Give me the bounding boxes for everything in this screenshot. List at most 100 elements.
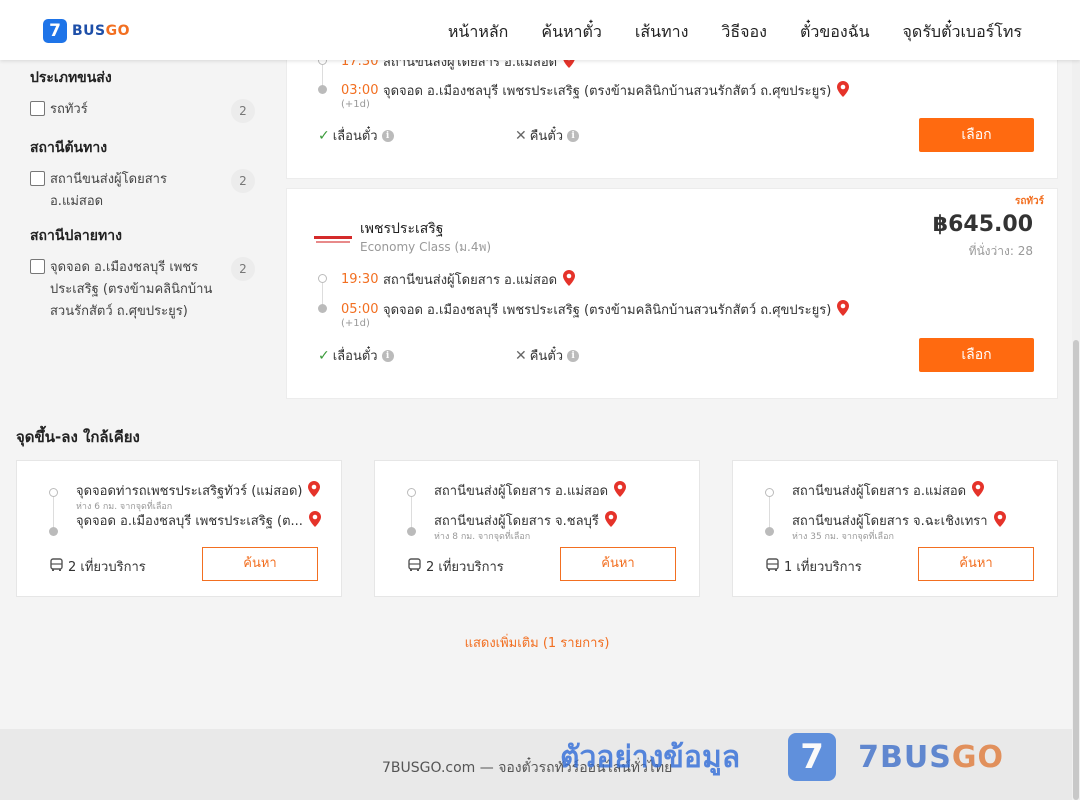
filter-transport-type: ประเภทขนส่ง รถทัวร์ 2 [30,67,255,123]
watermark-text: ตัวอย่างข้อมูล [560,739,741,775]
show-more-link[interactable]: แสดงเพิ่มเติม (1 รายการ) [0,632,1074,653]
filter-origin-station: สถานีต้นทาง สถานีขนส่งผู้โดยสาร อ.แม่สอด… [30,137,255,213]
scrollbar-thumb[interactable] [1073,340,1079,800]
filter-option[interactable]: จุดจอด อ.เมืองชลบุรี เพชรประเสริฐ (ตรงข้… [30,257,255,323]
search-button[interactable]: ค้นหา [202,547,318,581]
filter-option-label[interactable]: สถานีขนส่งผู้โดยสาร อ.แม่สอด [50,169,215,213]
route-line [322,65,323,87]
arrive-row: 05:00 จุดจอด อ.เมืองชลบุรี เพชรประเสริฐ … [341,299,850,320]
arrive-time: 03:00 [341,83,379,98]
route-line [411,493,412,531]
plus-day-note: (+1d) [341,99,370,110]
to-dot [49,527,58,536]
watermark-logo-mark: 7 [788,733,837,781]
nav-search-tickets[interactable]: ค้นหาตั๋ว [541,20,602,45]
reschedule-label: เลื่อนตั๋ว [332,129,378,144]
nav-routes[interactable]: เส้นทาง [635,20,689,45]
from-dot [765,488,774,497]
logo-bus-text: BUS [72,23,106,39]
arrive-row: 03:00 จุดจอด อ.เมืองชลบุรี เพชรประเสริฐ … [341,80,850,101]
route-line [769,493,770,531]
depart-dot [318,274,327,283]
depart-time: 19:30 [341,272,379,287]
nearby-to-distance: ห่าง 8 กม. จากจุดที่เลือก [434,532,531,542]
ticket-price: ฿645.00 [932,212,1033,237]
bus-icon [50,557,63,576]
nav-home[interactable]: หน้าหลัก [448,20,509,45]
select-button[interactable]: เลือก [919,118,1034,152]
nav-ticket-pickup[interactable]: จุดรับตั๋วเบอร์โทร [903,20,1022,45]
arrive-time: 05:00 [341,302,379,317]
arrive-place: จุดจอด อ.เมืองชลบุรี เพชรประเสริฐ (ตรงข้… [383,84,832,99]
service-count-label: 1 เที่ยวบริการ [784,560,862,575]
search-button[interactable]: ค้นหา [918,547,1034,581]
nearby-to: จุดจอด อ.เมืองชลบุรี เพชรประเสริฐ (ต... [76,510,321,531]
bus-icon [766,557,779,576]
nearby-from: สถานีขนส่งผู้โดยสาร อ.แม่สอด [434,480,627,501]
arrive-dot [318,304,327,313]
info-icon[interactable]: i [567,349,580,362]
select-button[interactable]: เลือก [919,338,1034,372]
operator-name: เพชรประเสริฐ [360,221,444,237]
bus-class: Economy Class (ม.4พ) [360,240,492,254]
filter-option-label[interactable]: จุดจอด อ.เมืองชลบุรี เพชรประเสริฐ (ตรงข้… [50,257,215,323]
check-icon: ✓ [318,127,330,144]
to-dot [407,527,416,536]
checkbox[interactable] [30,259,45,274]
check-icon: ✓ [318,347,330,364]
bus-icon [408,557,421,576]
count-badge: 2 [231,169,255,193]
map-pin-icon[interactable] [614,480,627,501]
map-pin-icon[interactable] [308,480,321,501]
depart-row: 19:30 สถานีขนส่งผู้โดยสาร อ.แม่สอด [341,269,576,290]
refund-policy: ✕ คืนตั๋ว i [515,345,580,366]
filter-destination-station: สถานีปลายทาง จุดจอด อ.เมืองชลบุรี เพชรปร… [30,225,255,323]
filter-title: ประเภทขนส่ง [30,70,112,86]
route-line [53,493,54,531]
plus-day-note: (+1d) [341,318,370,329]
filter-title: สถานีปลายทาง [30,228,122,244]
info-icon[interactable]: i [567,129,580,142]
watermark-brand-go: GO [951,739,1004,775]
info-icon[interactable]: i [381,129,394,142]
info-icon[interactable]: i [381,349,394,362]
filter-option-label[interactable]: รถทัวร์ [50,99,215,121]
reschedule-policy: ✓ เลื่อนตั๋ว i [318,125,394,146]
site-logo[interactable]: 7 BUSGO [43,19,130,43]
refund-label: คืนตั๋ว [529,129,564,144]
logo-go-text: GO [105,23,131,39]
logo-mark: 7 [43,19,67,43]
operator-logo [314,230,352,243]
map-pin-icon[interactable] [993,510,1006,531]
nav-how-to-book[interactable]: วิธีจอง [721,20,767,45]
cross-icon: ✕ [515,127,527,144]
nearby-to: สถานีขนส่งผู้โดยสาร จ.ชลบุรี [434,510,617,531]
filter-option[interactable]: รถทัวร์ 2 [30,99,255,123]
checkbox[interactable] [30,171,45,186]
service-count: 2 เที่ยวบริการ [50,556,146,577]
map-pin-icon[interactable] [308,510,321,531]
logo-wordmark: BUSGO [72,23,130,39]
main-nav: หน้าหลัก ค้นหาตั๋ว เส้นทาง วิธีจอง ตั๋วข… [415,20,1022,45]
map-pin-icon[interactable] [972,480,985,501]
nearby-to-label: สถานีขนส่งผู้โดยสาร จ.ชลบุรี [434,514,599,529]
service-count: 2 เที่ยวบริการ [408,556,504,577]
search-button[interactable]: ค้นหา [560,547,676,581]
nearby-from-label: จุดจอดท่ารถเพชรประเสริฐทัวร์ (แม่สอด) [76,484,303,499]
count-badge: 2 [231,99,255,123]
nav-my-tickets[interactable]: ตั๋วของฉัน [800,20,870,45]
filter-option[interactable]: สถานีขนส่งผู้โดยสาร อ.แม่สอด 2 [30,169,255,213]
nearby-card: สถานีขนส่งผู้โดยสาร อ.แม่สอด สถานีขนส่งผ… [732,460,1058,597]
from-dot [49,488,58,497]
checkbox[interactable] [30,101,45,116]
map-pin-icon[interactable] [837,299,850,320]
depart-place: สถานีขนส่งผู้โดยสาร อ.แม่สอด [383,273,558,288]
map-pin-icon[interactable] [604,510,617,531]
nearby-card: จุดจอดท่ารถเพชรประเสริฐทัวร์ (แม่สอด) ห่… [16,460,342,597]
count-badge: 2 [231,257,255,281]
seats-available: ที่นั่งว่าง: 28 [968,244,1033,258]
map-pin-icon[interactable] [563,269,576,290]
arrive-dot [318,85,327,94]
map-pin-icon[interactable] [837,80,850,101]
route-line [322,283,323,305]
